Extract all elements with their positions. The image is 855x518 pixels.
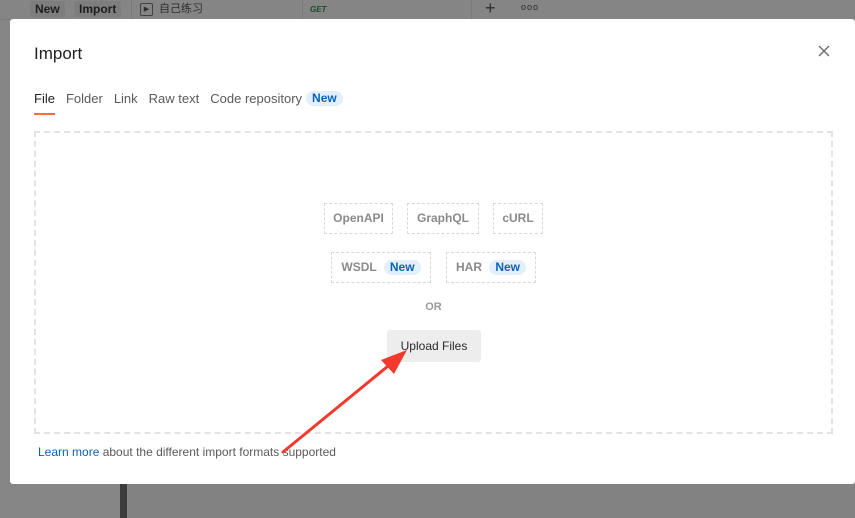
tab-file[interactable]: File	[34, 91, 55, 115]
format-har-label: HAR	[455, 260, 482, 274]
import-tabs: File Folder Link Raw text Code repositor…	[34, 91, 354, 117]
tab-code-repository[interactable]: Code repository New	[210, 91, 343, 115]
learn-more-link[interactable]: Learn more	[38, 445, 99, 459]
close-icon[interactable]	[814, 41, 834, 61]
tab-folder[interactable]: Folder	[66, 91, 103, 115]
tab-code-repository-label: Code repository	[210, 91, 303, 106]
format-wsdl-label: WSDL	[341, 260, 377, 274]
format-graphql[interactable]: GraphQL	[407, 203, 479, 234]
or-separator: OR	[425, 301, 442, 313]
tab-link-label: Link	[113, 91, 138, 106]
tab-raw-text[interactable]: Raw text	[149, 91, 200, 115]
tab-raw-text-label: Raw text	[148, 91, 200, 106]
file-drop-zone[interactable]: OpenAPI GraphQL cURL WSDL New HAR New OR…	[34, 131, 833, 434]
import-modal: Import File Folder Link Raw text Code re…	[10, 19, 855, 484]
import-help-text: Learn more about the different import fo…	[38, 445, 336, 459]
format-wsdl[interactable]: WSDL New	[331, 252, 431, 283]
new-badge: New	[489, 260, 527, 275]
tab-file-label: File	[34, 91, 55, 106]
tab-folder-label: Folder	[65, 91, 103, 106]
format-har[interactable]: HAR New	[446, 252, 536, 283]
format-curl[interactable]: cURL	[493, 203, 543, 234]
modal-title: Import	[34, 44, 83, 63]
upload-files-button[interactable]: Upload Files	[387, 330, 481, 362]
import-help-description: about the different import formats suppo…	[99, 445, 336, 459]
format-openapi[interactable]: OpenAPI	[324, 203, 393, 234]
new-badge: New	[306, 91, 343, 106]
tab-link[interactable]: Link	[114, 91, 138, 115]
new-badge: New	[383, 260, 421, 275]
